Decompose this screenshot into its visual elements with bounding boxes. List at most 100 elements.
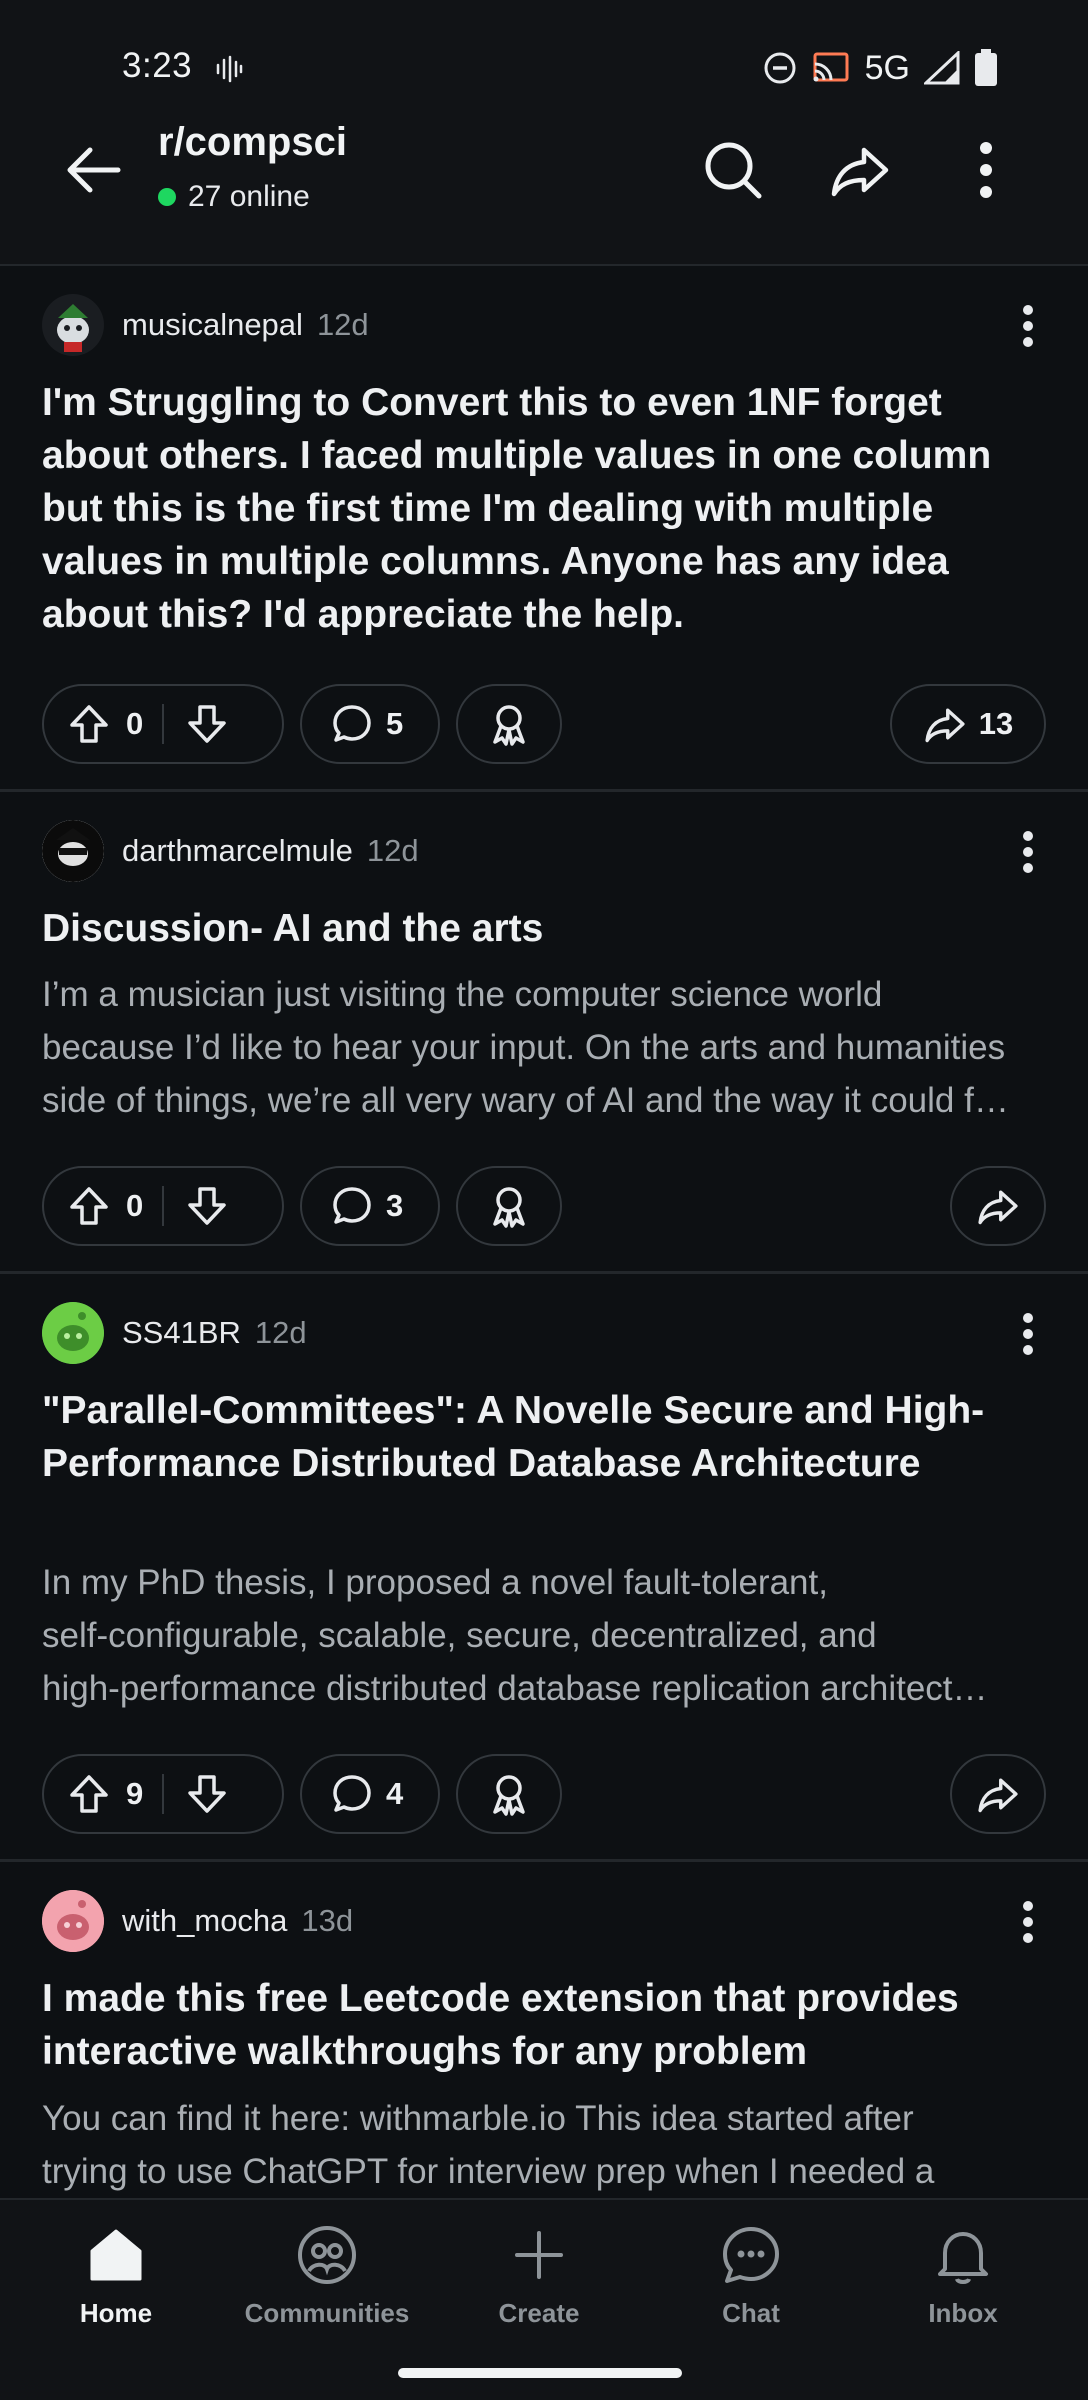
comments-button[interactable]: 5 xyxy=(300,684,440,764)
post-author[interactable]: musicalnepal xyxy=(122,307,303,343)
nav-communities[interactable]: Communities xyxy=(237,2220,417,2350)
share-post-button[interactable] xyxy=(950,1754,1046,1834)
search-icon xyxy=(705,142,762,199)
downvote-button[interactable] xyxy=(184,1771,230,1817)
nav-label: Home xyxy=(79,2298,153,2328)
award-button[interactable] xyxy=(456,1166,562,1246)
upvote-button[interactable] xyxy=(66,1771,112,1817)
downvote-button[interactable] xyxy=(184,1183,230,1229)
post-title[interactable]: Discussion- AI and the arts xyxy=(42,902,1052,955)
top-bar: 3:23 5G r/compsci 27 online xyxy=(0,0,1088,266)
avatar[interactable] xyxy=(42,294,104,356)
post-body[interactable]: You can find it here: withmarble.io This… xyxy=(42,2092,1052,2198)
post-author[interactable]: SS41BR xyxy=(122,1315,241,1351)
post-menu-button[interactable] xyxy=(998,822,1058,882)
post-meta: with_mocha 13d xyxy=(42,1890,353,1952)
award-icon xyxy=(493,705,525,746)
battery-icon xyxy=(975,49,997,86)
share-icon xyxy=(978,1778,1018,1813)
comments-button[interactable]: 4 xyxy=(300,1754,440,1834)
more-vertical-icon xyxy=(1023,1901,1033,1943)
avatar-snoo-icon xyxy=(57,304,89,352)
comment-count: 3 xyxy=(386,1188,404,1223)
more-vertical-icon xyxy=(1023,305,1033,347)
downvote-icon xyxy=(188,705,226,743)
nav-chat[interactable]: Chat xyxy=(661,2220,841,2350)
nav-label: Inbox xyxy=(928,2298,998,2328)
award-icon xyxy=(493,1775,525,1816)
post-title[interactable]: I'm Struggling to Convert this to even 1… xyxy=(42,376,1052,641)
post-author[interactable]: with_mocha xyxy=(122,1903,287,1939)
online-dot xyxy=(158,188,176,206)
avatar[interactable] xyxy=(42,820,104,882)
post-menu-button[interactable] xyxy=(998,1892,1058,1952)
comment-count: 4 xyxy=(386,1776,404,1811)
vote-count: 0 xyxy=(126,1188,144,1223)
upvote-icon xyxy=(70,1187,108,1225)
search-button[interactable] xyxy=(693,130,773,210)
vote-divider xyxy=(162,1186,164,1226)
award-button[interactable] xyxy=(456,684,562,764)
post-menu-button[interactable] xyxy=(998,1304,1058,1364)
avatar[interactable] xyxy=(42,1302,104,1364)
post-age: 12d xyxy=(254,1315,307,1350)
nav-home[interactable]: Home xyxy=(26,2220,206,2350)
avatar-snoo-icon xyxy=(42,1890,104,1952)
comments-button[interactable]: 3 xyxy=(300,1166,440,1246)
post-card[interactable]: musicalnepal 12d I'm Struggling to Conve… xyxy=(0,266,1088,792)
vote-count: 0 xyxy=(126,706,144,741)
subreddit-header: r/compsci 27 online xyxy=(0,110,1088,230)
reddit-subreddit-page: 3:23 5G r/compsci 27 online musicalnepal… xyxy=(0,0,1088,2400)
upvote-button[interactable] xyxy=(66,1183,112,1229)
vote-control: 9 xyxy=(42,1754,284,1834)
post-title[interactable]: "Parallel-Committees": A Novelle Secure … xyxy=(42,1384,1052,1490)
more-vertical-icon xyxy=(1023,831,1033,873)
more-vertical-icon xyxy=(980,142,992,198)
downvote-button[interactable] xyxy=(184,701,230,747)
post-card[interactable]: SS41BR 12d "Parallel-Committees": A Nove… xyxy=(0,1274,1088,1862)
nav-label: Create xyxy=(498,2298,580,2328)
post-author[interactable]: darthmarcelmule xyxy=(122,833,353,869)
share-post-button[interactable] xyxy=(950,1166,1046,1246)
avatar-snoo-icon xyxy=(42,820,104,882)
upvote-icon xyxy=(70,705,108,743)
more-options-button[interactable] xyxy=(946,130,1026,210)
post-menu-button[interactable] xyxy=(998,296,1058,356)
more-vertical-icon xyxy=(1023,1313,1033,1355)
share-count: 13 xyxy=(978,706,1014,741)
comment-icon xyxy=(330,1184,374,1228)
post-body-line: side of things, we’re all very wary of A… xyxy=(42,1081,1009,1120)
upvote-button[interactable] xyxy=(66,701,112,747)
comment-icon xyxy=(330,1772,374,1816)
share-post-button[interactable]: 13 xyxy=(890,684,1046,764)
status-bar: 3:23 5G xyxy=(0,36,1088,100)
post-title[interactable]: I made this free Leetcode extension that… xyxy=(42,1972,1052,2078)
back-button[interactable] xyxy=(56,132,132,208)
nav-label: Chat xyxy=(722,2298,780,2328)
post-body[interactable]: I’m a musician just visiting the compute… xyxy=(42,968,1052,1127)
post-body-line: I’m a musician just visiting the compute… xyxy=(42,975,883,1014)
post-meta: musicalnepal 12d xyxy=(42,294,369,356)
nav-create[interactable]: Create xyxy=(449,2220,629,2350)
post-body[interactable]: In my PhD thesis, I proposed a novel fau… xyxy=(42,1556,1052,1715)
post-meta: SS41BR 12d xyxy=(42,1302,307,1364)
communities-icon xyxy=(292,2220,362,2290)
share-icon xyxy=(978,1190,1018,1225)
comment-count: 5 xyxy=(386,706,404,741)
avatar[interactable] xyxy=(42,1890,104,1952)
post-card[interactable]: darthmarcelmule 12d Discussion- AI and t… xyxy=(0,792,1088,1274)
vote-count: 9 xyxy=(126,1776,144,1811)
subreddit-name[interactable]: r/compsci xyxy=(158,120,347,165)
post-body-line: You can find it here: withmarble.io This… xyxy=(42,2099,914,2138)
home-indicator[interactable] xyxy=(398,2368,682,2378)
nav-label: Communities xyxy=(244,2298,410,2328)
post-meta: darthmarcelmule 12d xyxy=(42,820,419,882)
share-button[interactable] xyxy=(820,130,900,210)
share-icon xyxy=(925,708,965,743)
avatar-snoo-icon xyxy=(42,1302,104,1364)
status-time: 3:23 xyxy=(122,46,193,85)
arrow-left-icon xyxy=(67,147,121,193)
nav-inbox[interactable]: Inbox xyxy=(873,2220,1053,2350)
award-button[interactable] xyxy=(456,1754,562,1834)
chat-icon xyxy=(716,2220,786,2290)
